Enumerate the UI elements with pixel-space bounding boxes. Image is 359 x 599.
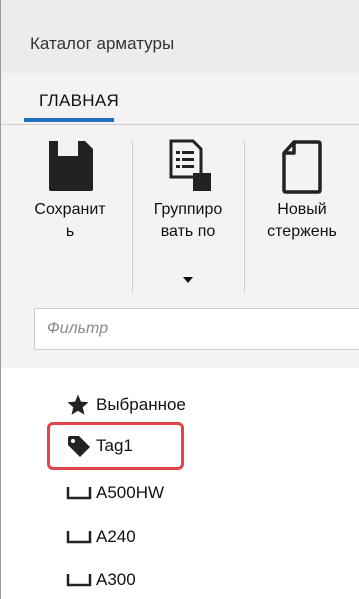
rebar-shape-icon: [66, 572, 96, 588]
rebar-shape-icon: [66, 485, 96, 501]
save-button-label: Сохранит ь: [34, 201, 106, 240]
new-bar-button[interactable]: Новый стержень: [246, 133, 358, 301]
ribbon-divider: [1, 124, 359, 125]
tree-item-grade[interactable]: A500HW: [66, 476, 164, 510]
tree-item-grade[interactable]: A300: [66, 563, 136, 597]
tab-home-label: ГЛАВНАЯ: [39, 91, 120, 110]
ribbon: ГЛАВНАЯ Сохранит ь Группиро вать по Новы…: [1, 73, 359, 298]
active-tab-indicator: [24, 118, 114, 122]
filter-input[interactable]: [34, 308, 359, 350]
filter-area: [1, 298, 359, 368]
chevron-down-icon[interactable]: [183, 277, 193, 283]
selection-highlight: [47, 422, 184, 470]
group-by-button[interactable]: Группиро вать по: [134, 133, 242, 301]
group-by-button-label: Группиро вать по: [153, 201, 223, 240]
rebar-shape-icon: [66, 529, 96, 545]
tree-item-favorites[interactable]: Выбранное: [66, 388, 186, 422]
new-bar-button-label: Новый стержень: [267, 201, 337, 240]
tree-item-label: A500HW: [96, 483, 165, 502]
tab-home[interactable]: ГЛАВНАЯ: [24, 73, 150, 125]
tree-item-grade[interactable]: A240: [66, 520, 136, 554]
star-icon: [66, 393, 96, 417]
new-document-icon: [280, 139, 324, 200]
tree-item-label: A300: [96, 570, 136, 589]
window-title: Каталог арматуры: [30, 34, 175, 53]
tree-item-label: Выбранное: [96, 395, 186, 414]
save-icon: [45, 139, 95, 198]
tree-item-label: A240: [96, 527, 136, 546]
title-bar: Каталог арматуры: [1, 0, 359, 73]
save-button[interactable]: Сохранит ь: [11, 133, 129, 301]
group-by-icon: [163, 139, 213, 200]
ribbon-separator: [132, 141, 133, 293]
ribbon-separator: [244, 141, 245, 293]
